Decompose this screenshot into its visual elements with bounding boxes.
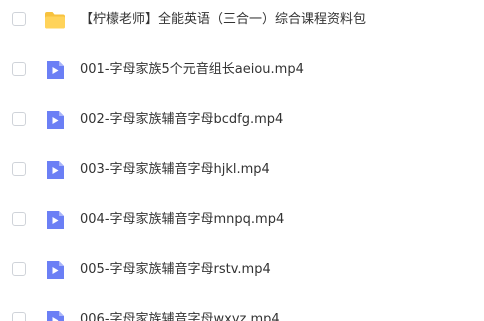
video-file-icon: [44, 109, 66, 131]
select-checkbox[interactable]: [12, 312, 26, 321]
file-list: 【柠檬老师】全能英语（三合一）综合课程资料包 001-字母家族5个元音组长aei…: [0, 0, 484, 321]
file-name[interactable]: 001-字母家族5个元音组长aeiou.mp4: [80, 61, 304, 79]
video-file-icon: [44, 209, 66, 231]
video-file-icon: [44, 309, 66, 321]
file-name[interactable]: 005-字母家族辅音字母rstv.mp4: [80, 261, 271, 279]
list-item-video[interactable]: 001-字母家族5个元音组长aeiou.mp4: [0, 50, 484, 90]
select-checkbox[interactable]: [12, 112, 26, 126]
list-item-video[interactable]: 004-字母家族辅音字母mnpq.mp4: [0, 200, 484, 240]
list-item-video[interactable]: 005-字母家族辅音字母rstv.mp4: [0, 250, 484, 290]
video-file-icon: [44, 159, 66, 181]
file-name[interactable]: 006-字母家族辅音字母wxyz.mp4: [80, 311, 280, 321]
list-item-video[interactable]: 003-字母家族辅音字母hjkl.mp4: [0, 150, 484, 190]
folder-icon: [44, 9, 66, 31]
select-checkbox[interactable]: [12, 12, 26, 26]
video-file-icon: [44, 59, 66, 81]
select-checkbox[interactable]: [12, 62, 26, 76]
list-item-video[interactable]: 002-字母家族辅音字母bcdfg.mp4: [0, 100, 484, 140]
list-item-folder[interactable]: 【柠檬老师】全能英语（三合一）综合课程资料包: [0, 0, 484, 40]
select-checkbox[interactable]: [12, 262, 26, 276]
select-checkbox[interactable]: [12, 212, 26, 226]
file-name[interactable]: 003-字母家族辅音字母hjkl.mp4: [80, 161, 270, 179]
select-checkbox[interactable]: [12, 162, 26, 176]
file-name[interactable]: 004-字母家族辅音字母mnpq.mp4: [80, 211, 284, 229]
file-name[interactable]: 002-字母家族辅音字母bcdfg.mp4: [80, 111, 283, 129]
file-name[interactable]: 【柠檬老师】全能英语（三合一）综合课程资料包: [80, 11, 366, 29]
video-file-icon: [44, 259, 66, 281]
list-item-video[interactable]: 006-字母家族辅音字母wxyz.mp4: [0, 300, 484, 321]
